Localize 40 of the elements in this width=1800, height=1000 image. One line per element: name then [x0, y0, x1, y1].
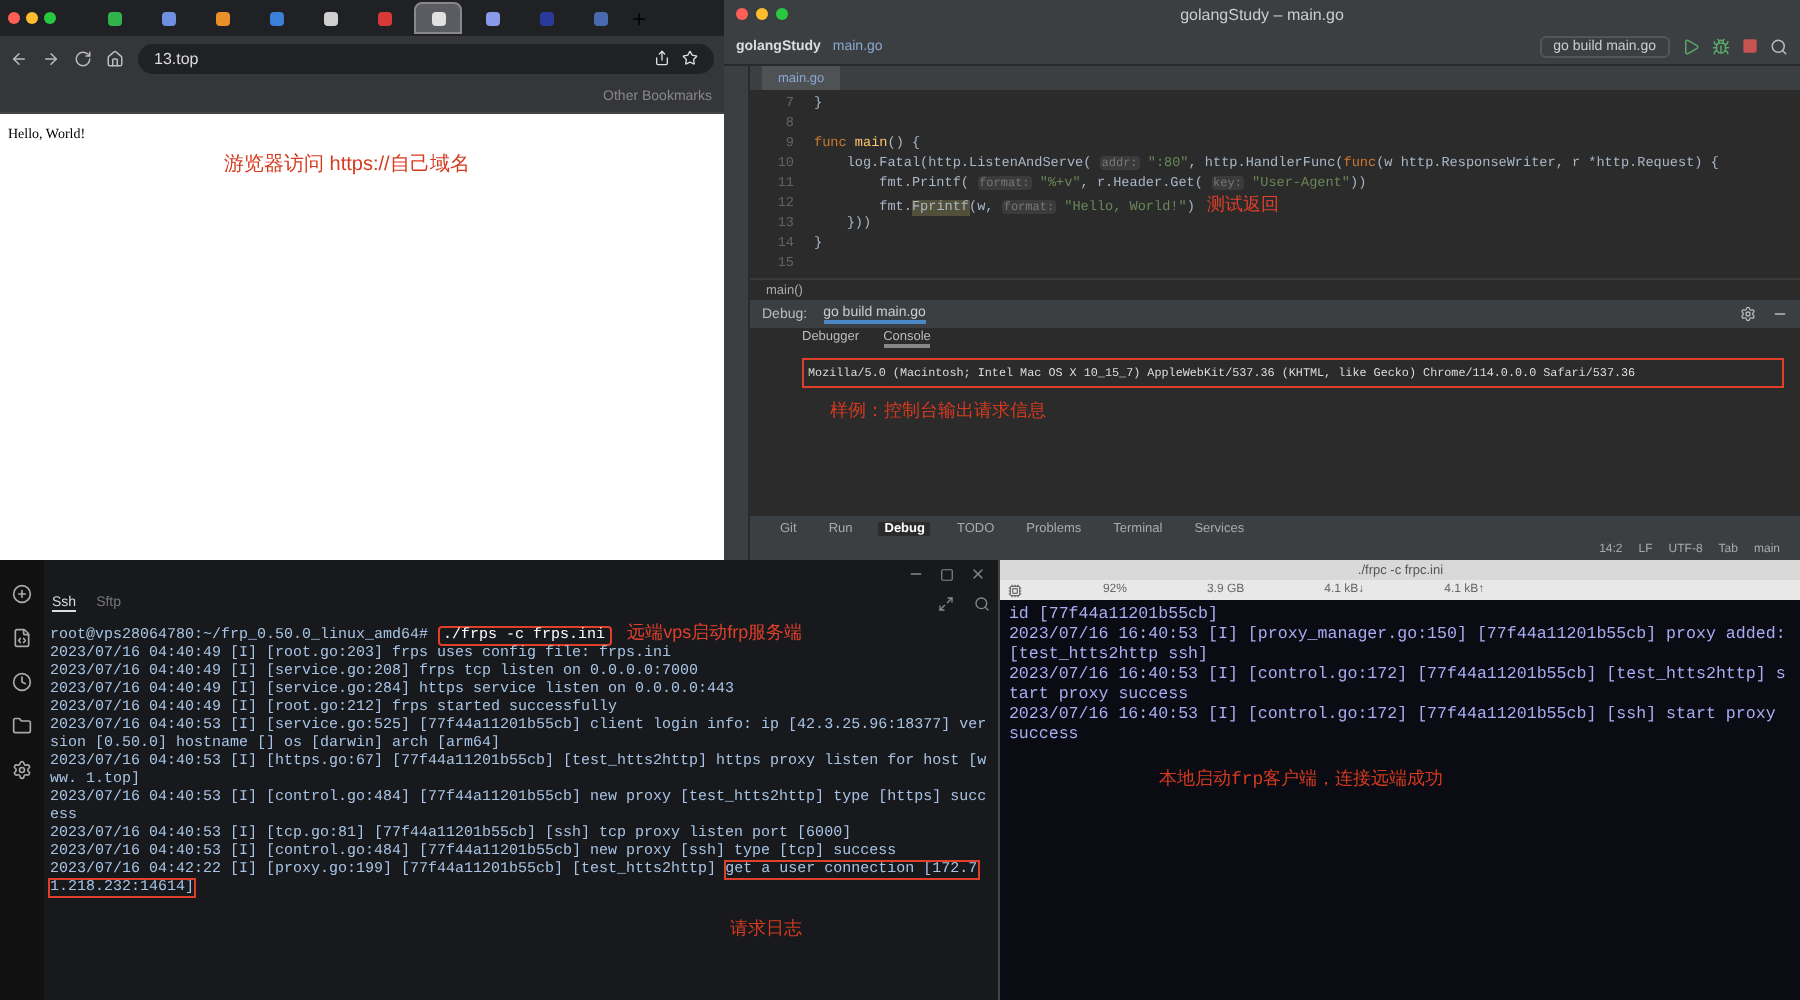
clock-icon[interactable] [12, 672, 32, 692]
log-line: id [77f44a11201b55cb] [1008, 606, 1220, 626]
close-icon[interactable] [970, 566, 987, 582]
search-icon[interactable] [1770, 37, 1788, 55]
annotation-text: 远端vps启动frp服务端 [627, 622, 803, 642]
minimize-dot-icon[interactable] [756, 8, 768, 20]
annotation-text: 本地启动frp客户端，连接远端成功 [1158, 770, 1446, 790]
folder-icon[interactable] [12, 716, 32, 736]
run-icon[interactable] [1682, 37, 1700, 55]
maximize-dot-icon[interactable] [776, 8, 788, 20]
home-icon[interactable] [106, 49, 124, 67]
stop-icon[interactable] [1742, 38, 1758, 54]
add-icon[interactable] [12, 584, 32, 604]
annotation-text: 游览器访问 https://自己域名 [224, 151, 472, 178]
maximize-icon[interactable] [940, 567, 955, 581]
settings-icon[interactable] [12, 760, 32, 780]
address-text: 13.top [154, 49, 199, 67]
search-icon[interactable] [974, 596, 991, 612]
minimize-dot-icon[interactable] [26, 12, 38, 24]
log-line: 2023/07/16 16:40:53 [I] [proxy_manager.go:150] [77f44a11201b55cb] proxy added: [test_htts2http ssh] [1008, 626, 1788, 666]
share-icon[interactable] [654, 50, 670, 66]
settings-icon[interactable] [1740, 306, 1756, 322]
debug-icon[interactable] [1712, 37, 1730, 55]
annotation-text: 请求日志 [730, 922, 804, 940]
file-icon[interactable] [12, 628, 32, 648]
address-bar[interactable]: 13.top [138, 43, 714, 73]
back-icon[interactable] [10, 49, 28, 67]
expand-icon[interactable] [938, 596, 955, 612]
maximize-dot-icon[interactable] [44, 12, 56, 24]
window-title: golangStudy – main.go [1180, 5, 1344, 23]
forward-icon[interactable] [42, 49, 60, 67]
close-dot-icon[interactable] [736, 8, 748, 20]
log-line: 2023/07/16 16:40:53 [I] [control.go:172] [77f44a11201b55cb] [test_htts2http] start proxy success [1008, 666, 1788, 706]
log-line: 2023/07/16 16:40:53 [I] [control.go:172] [77f44a11201b55cb] [ssh] start proxy success [1008, 706, 1778, 746]
annotation-text: 样例：控制台输出请求信息 [830, 398, 1048, 424]
reload-icon[interactable] [74, 49, 92, 67]
close-dot-icon[interactable] [8, 12, 20, 24]
cpu-icon [1008, 583, 1023, 597]
browser-tab[interactable] [414, 2, 462, 34]
star-icon[interactable] [682, 50, 698, 66]
